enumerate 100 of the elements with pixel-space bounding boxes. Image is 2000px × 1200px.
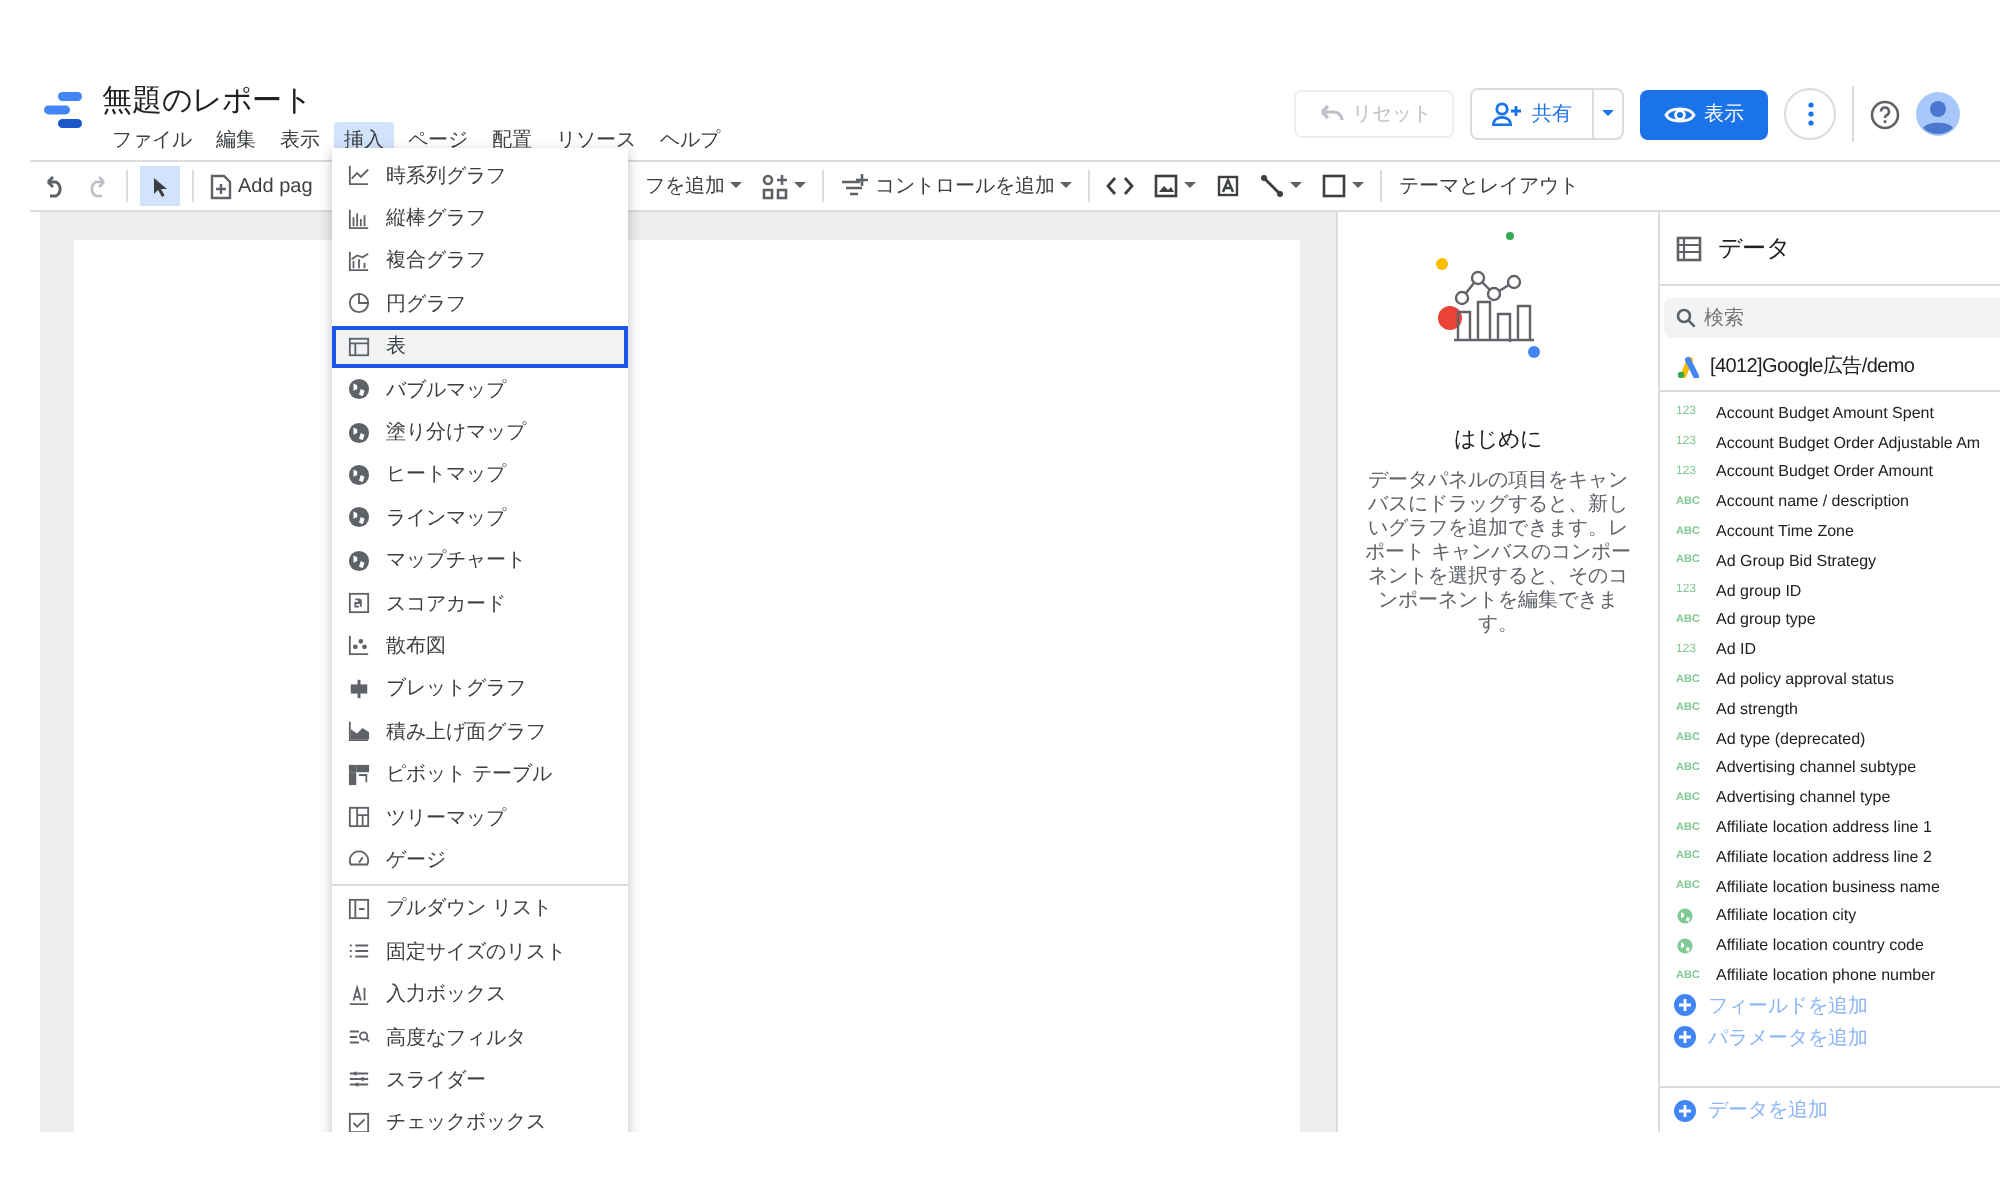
menu-item[interactable]: ピボット テーブル bbox=[332, 752, 628, 796]
scatter-icon bbox=[348, 634, 370, 657]
data-source-name[interactable]: [4012]Google広告/demo bbox=[1710, 352, 1915, 380]
menu-item[interactable]: 入力ボックス bbox=[332, 972, 628, 1016]
menu-item[interactable]: 固定サイズのリスト bbox=[332, 930, 628, 973]
globe-icon bbox=[348, 421, 370, 444]
field-name[interactable]: Ad ID bbox=[1716, 640, 1757, 659]
menu-item[interactable]: 塗り分けマップ bbox=[332, 410, 628, 454]
menu-item[interactable]: ゲージ bbox=[332, 838, 628, 882]
help-button[interactable] bbox=[1870, 99, 1900, 129]
menu-item[interactable]: ヒートマップ bbox=[332, 453, 628, 497]
line-icon bbox=[1260, 174, 1285, 198]
timeseries-icon bbox=[348, 164, 370, 187]
field-name[interactable]: Account name / description bbox=[1716, 492, 1909, 511]
image-button[interactable] bbox=[1150, 170, 1201, 202]
theme-layout-button[interactable]: テーマとレイアウト bbox=[1394, 168, 1583, 204]
shapes-icon bbox=[762, 173, 789, 199]
combo-icon bbox=[348, 249, 370, 272]
field-name[interactable]: Affiliate location phone number bbox=[1716, 966, 1936, 985]
globe-icon bbox=[348, 463, 370, 486]
view-button[interactable]: 表示 bbox=[1640, 89, 1768, 139]
input-icon bbox=[348, 983, 370, 1006]
help-icon bbox=[1870, 99, 1900, 129]
filter-icon bbox=[348, 1026, 370, 1048]
field-name[interactable]: Ad strength bbox=[1716, 699, 1798, 718]
menu-tab[interactable]: ページ bbox=[398, 122, 478, 158]
menu-item[interactable]: ツリーマップ bbox=[332, 795, 628, 839]
field-name[interactable]: Affiliate location country code bbox=[1716, 936, 1924, 955]
intro-title: はじめに bbox=[1454, 426, 1542, 454]
caret-icon bbox=[1352, 182, 1365, 190]
dropdown-icon bbox=[348, 897, 370, 920]
caret-icon bbox=[794, 182, 807, 190]
report-title[interactable]: 無題のレポート bbox=[102, 84, 730, 120]
square-icon bbox=[1322, 174, 1347, 198]
menu-item[interactable]: プルダウン リスト bbox=[332, 887, 628, 931]
field-name[interactable]: Ad policy approval status bbox=[1716, 670, 1894, 689]
menu-item[interactable]: 散布図 bbox=[332, 624, 628, 668]
gauge-icon bbox=[348, 848, 370, 871]
add-page-icon bbox=[210, 173, 232, 199]
menu-tab[interactable]: ヘルプ bbox=[650, 122, 730, 158]
pie-icon bbox=[348, 292, 370, 315]
code-icon bbox=[1106, 176, 1135, 196]
field-name[interactable]: Account Budget Order Adjustable Am bbox=[1716, 433, 1981, 452]
menu-item[interactable]: チェックボックス bbox=[332, 1101, 628, 1132]
table-icon bbox=[348, 335, 370, 358]
ads-logo-icon bbox=[1676, 355, 1700, 377]
menu-item[interactable]: ブレットグラフ bbox=[332, 667, 628, 711]
select-tool-button[interactable] bbox=[140, 166, 180, 206]
community-visualization-button[interactable] bbox=[758, 169, 811, 203]
field-name[interactable]: Affiliate location city bbox=[1716, 906, 1857, 925]
menu-item[interactable]: ラインマップ bbox=[332, 496, 628, 540]
field-name[interactable]: Advertising channel type bbox=[1716, 788, 1891, 807]
menu-item[interactable]: 円グラフ bbox=[332, 282, 628, 326]
line-button[interactable] bbox=[1256, 170, 1307, 202]
add-page-button[interactable]: Add pag bbox=[206, 169, 317, 203]
menu-tab[interactable]: リソース bbox=[546, 122, 646, 158]
menu-item[interactable]: バブルマップ bbox=[332, 367, 628, 411]
menu-item[interactable]: 表 bbox=[332, 325, 628, 368]
menu-item[interactable]: 複合グラフ bbox=[332, 239, 628, 283]
globe-icon bbox=[348, 549, 370, 572]
field-name[interactable]: Ad group type bbox=[1716, 610, 1816, 629]
plus-circle-icon bbox=[1674, 994, 1696, 1017]
menu-item[interactable]: スライダー bbox=[332, 1058, 628, 1102]
add-control-button[interactable]: コントロールを追加 bbox=[836, 168, 1077, 204]
field-name[interactable]: Affiliate location address line 2 bbox=[1716, 847, 1932, 866]
field-name[interactable]: Account Time Zone bbox=[1716, 522, 1854, 541]
menu-item[interactable]: 時系列グラフ bbox=[332, 154, 628, 197]
treemap-icon bbox=[348, 806, 370, 829]
field-name[interactable]: Ad Group Bid Strategy bbox=[1716, 551, 1877, 570]
field-name[interactable]: Account Budget Order Amount bbox=[1716, 462, 1934, 481]
menu-item[interactable]: スコアカード bbox=[332, 581, 628, 625]
caret-icon bbox=[1184, 182, 1197, 190]
caret-icon bbox=[1602, 110, 1614, 118]
menu-item[interactable]: 積み上げ面グラフ bbox=[332, 710, 628, 753]
checkbox-icon bbox=[348, 1111, 370, 1132]
menu-item[interactable]: 高度なフィルタ bbox=[332, 1015, 628, 1059]
intro-text: データパネルの項目をキャンバスにドラッグすると、新しいグラフを追加できます。レポート キャンバスのコンポーネントを選択すると、そのコンポーネントを編集できます。 bbox=[1364, 470, 1632, 638]
field-name[interactable]: Ad type (deprecated) bbox=[1716, 729, 1866, 748]
field-name[interactable]: Affiliate location address line 1 bbox=[1716, 818, 1932, 837]
menu-tab[interactable]: ファイル bbox=[102, 122, 202, 158]
field-name[interactable]: Account Budget Amount Spent bbox=[1716, 403, 1934, 422]
shape-button[interactable] bbox=[1318, 170, 1369, 202]
menu-tab[interactable]: 編集 bbox=[206, 122, 266, 158]
field-name[interactable]: Advertising channel subtype bbox=[1716, 758, 1917, 777]
field-name[interactable]: Ad group ID bbox=[1716, 581, 1802, 600]
search-field[interactable]: 検索 bbox=[1664, 298, 2000, 338]
field-name[interactable]: Affiliate location business name bbox=[1716, 877, 1940, 896]
more-vertical-icon bbox=[1807, 102, 1813, 126]
menu-item[interactable]: マップチャート bbox=[332, 539, 628, 582]
add-chart-button[interactable]: フを追加 bbox=[640, 168, 747, 204]
menu-tab[interactable]: 配置 bbox=[482, 122, 542, 158]
menu-item[interactable]: 縦棒グラフ bbox=[332, 196, 628, 240]
share-button[interactable]: 共有 bbox=[1472, 90, 1594, 138]
plus-circle-icon bbox=[1674, 1026, 1696, 1049]
menu-tab[interactable]: 表示 bbox=[270, 122, 330, 158]
avatar-icon[interactable] bbox=[1916, 92, 1960, 136]
eye-icon bbox=[1664, 103, 1696, 125]
embed-code-button[interactable] bbox=[1102, 172, 1139, 200]
slider-icon bbox=[348, 1068, 370, 1091]
data-panel-icon bbox=[1676, 235, 1702, 261]
